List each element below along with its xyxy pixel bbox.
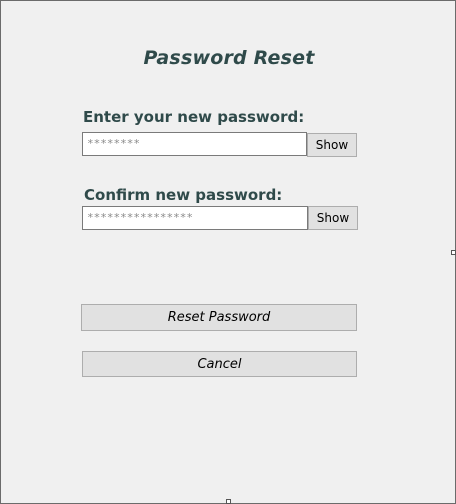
confirm-password-field[interactable]: ****************: [82, 206, 308, 230]
page-title: Password Reset: [143, 47, 315, 69]
confirm-password-label: Confirm new password:: [84, 186, 283, 204]
cancel-button[interactable]: Cancel: [82, 351, 357, 377]
password-reset-window: Password Reset Enter your new password: …: [0, 0, 456, 504]
resize-handle-bottom[interactable]: [226, 499, 231, 504]
reset-password-button[interactable]: Reset Password: [81, 304, 357, 331]
new-password-field[interactable]: ********: [82, 132, 307, 156]
resize-handle-right[interactable]: [451, 250, 456, 255]
new-password-label: Enter your new password:: [83, 108, 305, 126]
show-confirm-password-button[interactable]: Show: [308, 206, 358, 230]
show-new-password-button[interactable]: Show: [307, 133, 357, 157]
